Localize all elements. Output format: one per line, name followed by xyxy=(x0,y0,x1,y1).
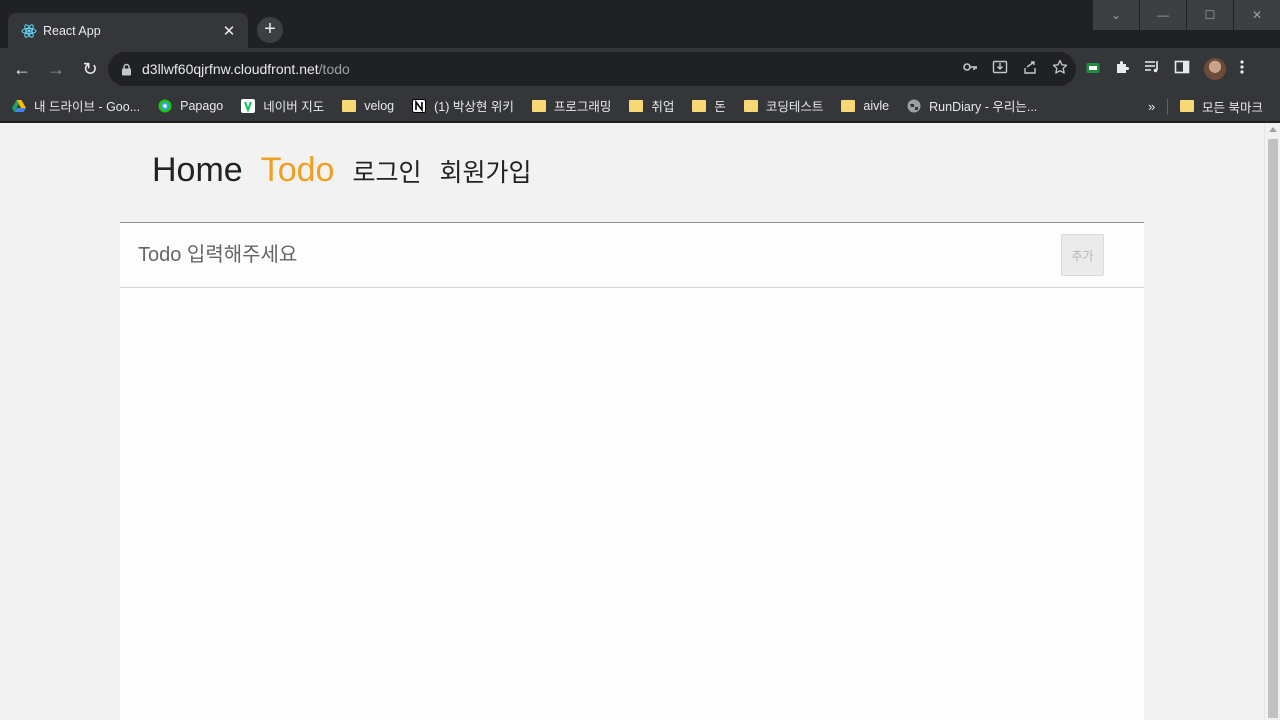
bookmark-wiki[interactable]: (1) 박상현 위키 xyxy=(412,96,514,115)
bookmark-velog[interactable]: velog xyxy=(342,99,394,113)
bookmark-programming[interactable]: 프로그래밍 xyxy=(531,96,612,115)
bookmarks-overflow-button[interactable]: » xyxy=(1148,90,1155,122)
bookmark-label: 모든 북마크 xyxy=(1202,100,1263,115)
bookmarks-bar: 내 드라이브 - Goo... Papago 네이버 지도 velog (1) … xyxy=(0,90,1280,122)
folder-icon xyxy=(342,99,357,112)
media-control-icon[interactable] xyxy=(1144,59,1160,79)
notion-icon xyxy=(412,98,427,113)
tab-title: React App xyxy=(43,23,101,38)
lock-icon[interactable] xyxy=(120,62,132,76)
nav-signup-link[interactable]: 회원가입 xyxy=(439,153,531,189)
todo-input[interactable] xyxy=(120,223,1144,287)
extensions-area xyxy=(1086,48,1244,90)
address-bar[interactable]: d3llwf60qjrfnw.cloudfront.net/todo xyxy=(108,52,1076,86)
all-bookmarks-folder[interactable]: 모든 북마크 xyxy=(1180,90,1263,122)
bookmark-money[interactable]: 돈 xyxy=(692,96,726,115)
bookmark-naver-map[interactable]: 네이버 지도 xyxy=(241,96,324,115)
naver-map-icon xyxy=(241,98,256,113)
side-panel-icon[interactable] xyxy=(1174,59,1190,79)
bookmark-label: 내 드라이브 - Goo... xyxy=(34,100,141,114)
folder-icon xyxy=(1180,100,1194,112)
bookmark-label: 코딩테스트 xyxy=(765,100,824,114)
bookmark-label: 네이버 지도 xyxy=(263,100,325,114)
globe-icon xyxy=(907,99,921,113)
menu-kebab-icon[interactable] xyxy=(1240,59,1244,79)
folder-icon xyxy=(692,99,707,112)
folder-icon xyxy=(743,99,758,112)
bookmark-label: Papago xyxy=(180,98,224,113)
reload-icon[interactable]: ↻ xyxy=(75,54,105,84)
site-nav: Home Todo 로그인 회원가입 xyxy=(152,151,531,190)
window-controls: ⌄ — ☐ ✕ xyxy=(1092,0,1280,30)
scroll-up-icon[interactable] xyxy=(1269,127,1277,132)
extension-green-icon[interactable] xyxy=(1086,61,1100,78)
maximize-icon[interactable]: ☐ xyxy=(1187,0,1233,30)
todo-input-row: 추가 xyxy=(120,223,1144,288)
bookmark-label: 돈 xyxy=(714,100,726,114)
bookmark-label: RunDiary - 우리는... xyxy=(929,100,1038,114)
nav-home-link[interactable]: Home xyxy=(152,151,243,190)
bookmarks-divider xyxy=(1167,99,1168,115)
folder-icon xyxy=(531,99,546,112)
bookmark-label: aivle xyxy=(863,98,890,113)
nav-login-link[interactable]: 로그인 xyxy=(352,153,421,189)
address-url: d3llwf60qjrfnw.cloudfront.net/todo xyxy=(142,61,350,77)
bookmark-coding-test[interactable]: 코딩테스트 xyxy=(743,96,824,115)
bookmark-star-icon[interactable] xyxy=(1052,59,1068,79)
bookmark-label: 취업 xyxy=(651,100,675,114)
key-icon[interactable] xyxy=(962,59,978,79)
bookmark-google-drive[interactable]: 내 드라이브 - Goo... xyxy=(12,96,140,115)
forward-icon[interactable]: → xyxy=(41,54,71,84)
share-icon[interactable] xyxy=(1022,59,1038,79)
bookmark-label: 프로그래밍 xyxy=(553,100,612,114)
google-drive-icon xyxy=(12,99,26,113)
bookmark-label: velog xyxy=(364,98,395,113)
bookmark-aivle[interactable]: aivle xyxy=(841,99,889,113)
papago-icon xyxy=(158,99,172,113)
new-tab-button[interactable]: + xyxy=(257,17,283,43)
install-app-icon[interactable] xyxy=(992,59,1008,79)
page-viewport: Home Todo 로그인 회원가입 추가 xyxy=(0,123,1264,720)
todo-card: 추가 xyxy=(120,222,1144,720)
extensions-puzzle-icon[interactable] xyxy=(1114,59,1130,79)
tab-strip: React App ✕ + ⌄ — ☐ ✕ xyxy=(0,0,1280,48)
folder-icon xyxy=(841,99,856,112)
add-todo-button[interactable]: 추가 xyxy=(1061,234,1104,276)
minimize-icon[interactable]: — xyxy=(1140,0,1186,30)
url-host: d3llwf60qjrfnw.cloudfront.net xyxy=(142,61,319,77)
bookmark-label: (1) 박상현 위키 xyxy=(434,100,514,114)
browser-tab[interactable]: React App ✕ xyxy=(8,13,248,48)
page-scrollbar[interactable] xyxy=(1264,123,1280,720)
url-path: /todo xyxy=(318,61,350,77)
profile-avatar[interactable] xyxy=(1204,58,1226,80)
back-icon[interactable]: ← xyxy=(7,54,37,84)
bookmark-papago[interactable]: Papago xyxy=(158,99,223,113)
folder-icon xyxy=(629,99,644,112)
bookmark-rundiary[interactable]: RunDiary - 우리는... xyxy=(907,96,1037,115)
nav-todo-link[interactable]: Todo xyxy=(261,151,335,190)
react-logo-icon xyxy=(21,23,37,39)
tab-close-icon[interactable]: ✕ xyxy=(220,22,238,40)
bookmark-job[interactable]: 취업 xyxy=(629,96,674,115)
scrollbar-thumb[interactable] xyxy=(1268,139,1278,718)
tab-search-icon[interactable]: ⌄ xyxy=(1093,0,1139,30)
close-window-icon[interactable]: ✕ xyxy=(1234,0,1280,30)
